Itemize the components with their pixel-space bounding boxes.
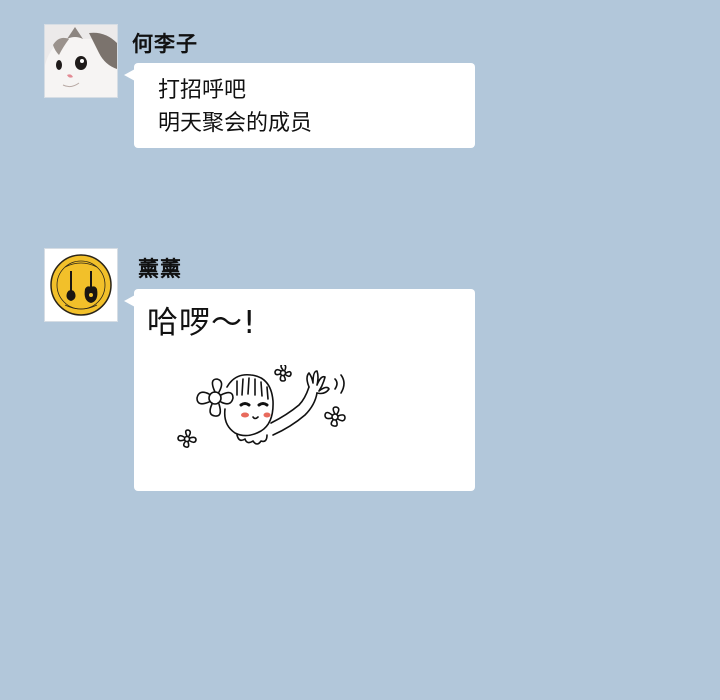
cat-avatar-icon	[45, 25, 117, 97]
sticker[interactable]	[175, 365, 475, 465]
message-text: 哈啰～!	[147, 305, 257, 341]
waving-girl-sticker-icon	[177, 365, 346, 448]
sender-name: 薰薰	[138, 257, 182, 281]
message-bubble[interactable]: 打招呼吧 明天聚会的成员	[124, 63, 475, 148]
sender-avatar[interactable]	[44, 24, 118, 98]
message-text: 打招呼吧	[158, 78, 247, 103]
guitar-concert-logo-icon	[45, 249, 117, 321]
sender-name: 何李子	[132, 32, 198, 56]
sender-avatar[interactable]	[44, 248, 118, 322]
message-text: 明天聚会的成员	[158, 111, 313, 136]
message-bubble[interactable]: 哈啰～!	[124, 289, 475, 491]
